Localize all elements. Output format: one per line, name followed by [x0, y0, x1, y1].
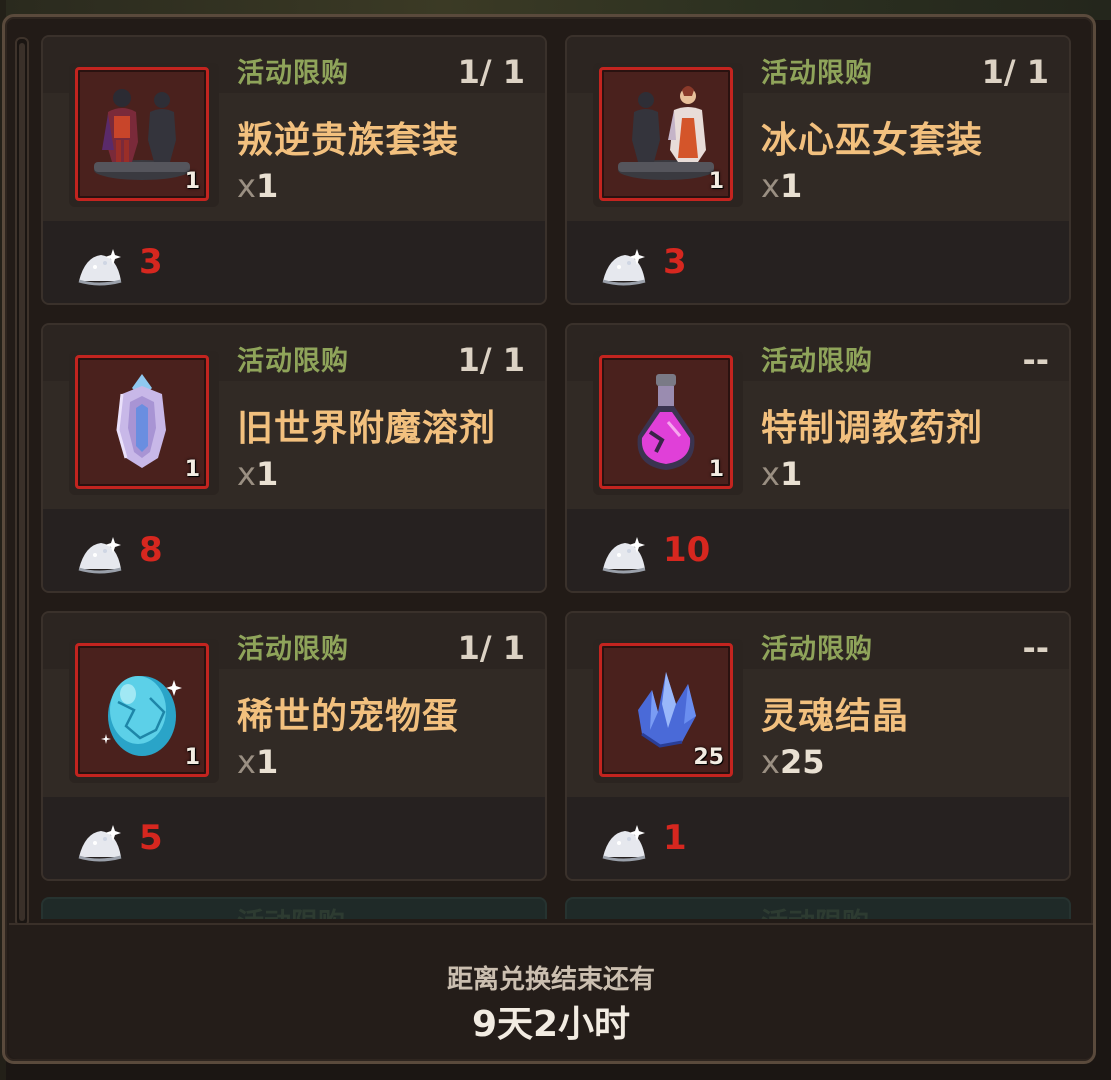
- item-price: 10: [663, 530, 711, 570]
- purchase-limit: 1/ 1: [457, 629, 525, 667]
- item-price: 1: [663, 818, 687, 858]
- enchant-solvent-icon: 1: [75, 355, 209, 489]
- limited-tag: 活动限购: [237, 58, 349, 89]
- item-name: 灵魂结晶: [761, 696, 910, 737]
- purchase-limit: 1/ 1: [457, 341, 525, 379]
- countdown-label: 距离兑换结束还有: [446, 965, 655, 995]
- item-price: 8: [139, 530, 163, 570]
- shop-item-card[interactable]: 25 活动限购 -- 灵魂结晶 x25 1: [565, 611, 1071, 881]
- silver-powder-icon: [602, 825, 646, 862]
- limited-tag: 活动限购: [761, 901, 869, 919]
- countdown-time: 9天2小时: [471, 1004, 631, 1045]
- item-price: 5: [139, 818, 163, 858]
- limited-tag: 活动限购: [761, 346, 873, 377]
- purchase-limit: 1/ 1: [457, 53, 525, 91]
- item-stack-count: 1: [184, 745, 200, 770]
- item-stack-count: 1: [184, 169, 200, 194]
- pet-egg-icon: 1: [75, 643, 209, 777]
- potion-flask-icon: 1: [599, 355, 733, 489]
- item-quantity: x1: [237, 743, 279, 781]
- item-name: 特制调教药剂: [761, 408, 984, 449]
- item-name: 冰心巫女套装: [761, 120, 984, 161]
- purchase-limit: --: [1022, 341, 1049, 379]
- silver-powder-icon: [602, 537, 646, 574]
- item-name: 叛逆贵族套装: [237, 120, 460, 161]
- limited-tag: 活动限购: [237, 346, 349, 377]
- shop-item-card[interactable]: 1 活动限购 1/ 1 冰心巫女套装 x1 3: [565, 35, 1071, 305]
- purchase-limit: 1/ 1: [981, 53, 1049, 91]
- silver-powder-icon: [78, 249, 122, 286]
- silver-powder-icon: [78, 537, 122, 574]
- limited-tag: 活动限购: [237, 634, 349, 665]
- rebel-noble-outfit-icon: 1: [75, 67, 209, 201]
- item-quantity: x1: [761, 167, 803, 205]
- shop-item-card[interactable]: 1 活动限购 1/ 1 稀世的宠物蛋 x1 5: [41, 611, 547, 881]
- item-name: 稀世的宠物蛋: [237, 696, 460, 737]
- soul-crystal-icon: 25: [599, 643, 733, 777]
- item-quantity: x1: [237, 167, 279, 205]
- item-quantity: x25: [761, 743, 825, 781]
- item-quantity: x1: [237, 455, 279, 493]
- silver-powder-icon: [78, 825, 122, 862]
- item-stack-count: 1: [708, 457, 724, 482]
- shop-item-card-partial[interactable]: 活动限购: [565, 897, 1071, 919]
- item-name: 旧世界附魔溶剂: [237, 408, 497, 449]
- item-price: 3: [663, 242, 687, 282]
- exchange-shop-panel: 1 活动限购 1/ 1 叛逆贵族套装 x1 3 1 活动限购 1/ 1 冰心巫女…: [2, 14, 1096, 1064]
- item-quantity: x1: [761, 455, 803, 493]
- purchase-limit: --: [1022, 629, 1049, 667]
- item-stack-count: 25: [693, 745, 724, 770]
- limited-tag: 活动限购: [237, 901, 345, 919]
- limited-tag: 活动限购: [761, 634, 873, 665]
- shop-item-card[interactable]: 1 活动限购 1/ 1 叛逆贵族套装 x1 3: [41, 35, 547, 305]
- shop-item-card-partial[interactable]: 活动限购: [41, 897, 547, 919]
- ice-heart-witch-outfit-icon: 1: [599, 67, 733, 201]
- item-stack-count: 1: [184, 457, 200, 482]
- item-stack-count: 1: [708, 169, 724, 194]
- shop-item-card[interactable]: 1 活动限购 -- 特制调教药剂 x1 10: [565, 323, 1071, 593]
- item-price: 3: [139, 242, 163, 282]
- exchange-countdown: 距离兑换结束还有 9天2小时: [9, 923, 1093, 1059]
- silver-powder-icon: [602, 249, 646, 286]
- item-grid[interactable]: 1 活动限购 1/ 1 叛逆贵族套装 x1 3 1 活动限购 1/ 1 冰心巫女…: [5, 17, 1093, 919]
- limited-tag: 活动限购: [761, 58, 873, 89]
- shop-item-card[interactable]: 1 活动限购 1/ 1 旧世界附魔溶剂 x1 8: [41, 323, 547, 593]
